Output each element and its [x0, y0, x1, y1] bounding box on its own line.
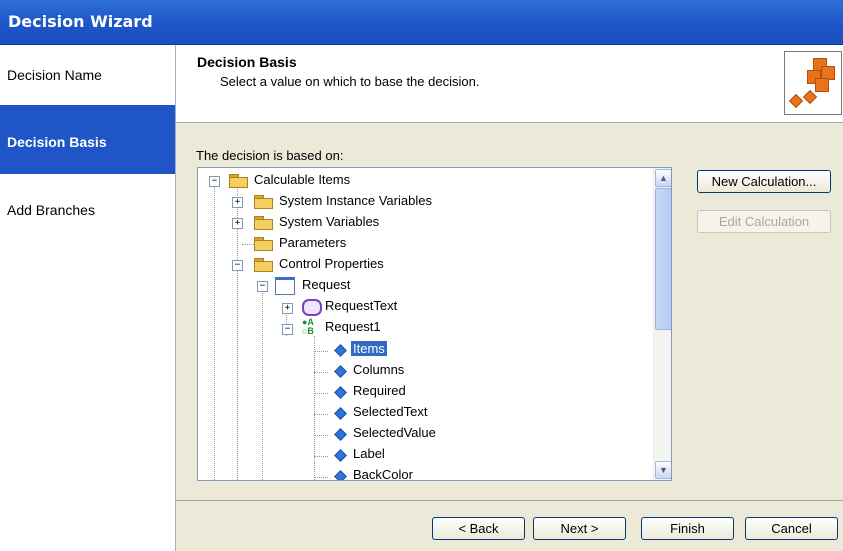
- nav-item-decision-basis[interactable]: Decision Basis: [0, 105, 175, 174]
- scroll-thumb[interactable]: [655, 188, 671, 330]
- tree-node-calculable-items[interactable]: Calculable Items: [254, 172, 350, 190]
- expand-toggle[interactable]: +: [232, 197, 243, 208]
- expand-toggle[interactable]: +: [282, 303, 293, 314]
- tree-node-control-properties[interactable]: Control Properties: [279, 256, 384, 274]
- property-icon: [334, 407, 347, 420]
- tree-node-items[interactable]: Items: [351, 341, 387, 359]
- folder-open-icon: [229, 174, 248, 188]
- nav-item-add-branches[interactable]: Add Branches: [0, 174, 175, 234]
- property-icon: [334, 449, 347, 462]
- tree-node-selectedvalue[interactable]: SelectedValue: [353, 425, 436, 443]
- property-icon: [334, 428, 347, 441]
- based-on-label: The decision is based on:: [196, 148, 344, 163]
- tree-node-required[interactable]: Required: [353, 383, 406, 401]
- page-header: Decision Basis Select a value on which t…: [176, 45, 843, 123]
- property-icon: [334, 386, 347, 399]
- back-button[interactable]: < Back: [432, 517, 525, 540]
- cubes-icon: [784, 51, 842, 115]
- folder-icon: [254, 195, 273, 209]
- page-title: Decision Basis: [197, 54, 297, 70]
- edit-calculation-button[interactable]: Edit Calculation: [697, 210, 831, 233]
- nav-item-label: Decision Name: [7, 67, 102, 83]
- scroll-up-icon[interactable]: ▲: [655, 169, 671, 187]
- page-subtitle: Select a value on which to base the deci…: [220, 74, 480, 89]
- nav-item-decision-name[interactable]: Decision Name: [0, 45, 175, 105]
- nav-item-label: Decision Basis: [7, 134, 107, 150]
- expand-toggle[interactable]: +: [232, 218, 243, 229]
- title-bar: Decision Wizard: [0, 0, 843, 45]
- tree-scrollbar[interactable]: ▲ ▼: [653, 168, 671, 480]
- tree-node-request[interactable]: Request: [302, 277, 350, 295]
- window-title: Decision Wizard: [8, 12, 153, 31]
- tree-node-columns[interactable]: Columns: [353, 362, 404, 380]
- cancel-button[interactable]: Cancel: [745, 517, 838, 540]
- property-icon: [334, 365, 347, 378]
- tree-node-parameters[interactable]: Parameters: [279, 235, 346, 253]
- tree-node-request1[interactable]: Request1: [325, 319, 381, 337]
- finish-button[interactable]: Finish: [641, 517, 734, 540]
- folder-open-icon: [254, 258, 273, 272]
- calculable-items-tree[interactable]: − Calculable Items + System Instance Var…: [197, 167, 672, 481]
- listbox-icon: ●A ○B: [302, 317, 314, 336]
- tree-node-backcolor[interactable]: BackColor: [353, 467, 413, 480]
- collapse-toggle[interactable]: −: [232, 260, 243, 271]
- scroll-down-icon[interactable]: ▼: [655, 461, 671, 479]
- new-calculation-button[interactable]: New Calculation...: [697, 170, 831, 193]
- footer-divider: [176, 500, 843, 501]
- folder-icon: [254, 237, 273, 251]
- folder-icon: [254, 216, 273, 230]
- tree-node-selectedtext[interactable]: SelectedText: [353, 404, 427, 422]
- tree-node-label[interactable]: Label: [353, 446, 385, 464]
- collapse-toggle[interactable]: −: [209, 176, 220, 187]
- property-icon: [334, 344, 347, 357]
- nav-item-label: Add Branches: [7, 202, 95, 218]
- form-icon: [275, 277, 295, 295]
- property-icon: [334, 470, 347, 480]
- textbox-icon: [302, 299, 322, 316]
- next-button[interactable]: Next >: [533, 517, 626, 540]
- collapse-toggle[interactable]: −: [257, 281, 268, 292]
- tree-node-system-variables[interactable]: System Variables: [279, 214, 379, 232]
- tree-node-requesttext[interactable]: RequestText: [325, 298, 397, 316]
- wizard-nav: Decision Name Decision Basis Add Branche…: [0, 45, 176, 551]
- tree-node-system-instance-variables[interactable]: System Instance Variables: [279, 193, 432, 211]
- selected-node-label: Items: [351, 341, 387, 356]
- collapse-toggle[interactable]: −: [282, 324, 293, 335]
